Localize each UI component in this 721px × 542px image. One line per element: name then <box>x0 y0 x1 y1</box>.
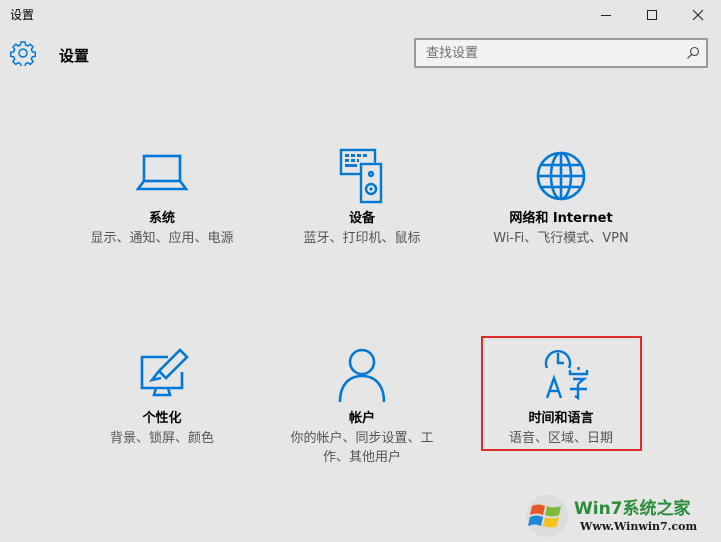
search-box[interactable] <box>414 38 708 68</box>
laptop-icon <box>135 154 189 191</box>
watermark-url: Www.Winwin7.com <box>580 520 698 533</box>
tile-personalization[interactable]: 个性化 背景、锁屏、颜色 <box>74 348 250 448</box>
devices-icon <box>339 148 383 204</box>
page-title: 设置 <box>59 47 90 65</box>
globe-icon <box>536 151 586 201</box>
watermark: Win7系统之家 Www.Winwin7.com <box>520 490 721 542</box>
minimize-button[interactable] <box>583 0 629 30</box>
tile-system[interactable]: 系统 显示、通知、应用、电源 <box>74 148 250 248</box>
tile-subtitle: 蓝牙、打印机、鼠标 <box>303 231 421 246</box>
tile-subtitle: 显示、通知、应用、电源 <box>90 231 234 246</box>
tile-title: 网络和 Internet <box>509 211 613 226</box>
highlight-box <box>481 336 642 451</box>
tile-title: 设备 <box>348 211 375 226</box>
minimize-icon <box>601 15 611 16</box>
maximize-button[interactable] <box>629 0 675 30</box>
window-title: 设置 <box>10 8 35 22</box>
tile-subtitle: 你的帐户、同步设置、工作、其他用户 <box>290 431 434 465</box>
tile-devices[interactable]: 设备 蓝牙、打印机、鼠标 <box>274 148 450 248</box>
gear-icon[interactable] <box>10 40 36 66</box>
tile-title: 个性化 <box>142 411 182 426</box>
title-bar: 设置 <box>0 0 721 30</box>
close-icon <box>692 9 704 21</box>
tile-subtitle: 背景、锁屏、颜色 <box>109 431 214 446</box>
tile-subtitle: Wi-Fi、飞行模式、VPN <box>493 231 629 246</box>
tile-title: 系统 <box>148 211 175 226</box>
search-input[interactable] <box>416 40 686 66</box>
maximize-icon <box>647 10 657 20</box>
tile-network[interactable]: 网络和 Internet Wi-Fi、飞行模式、VPN <box>473 148 649 248</box>
watermark-name: Win7系统之家 <box>574 499 691 519</box>
person-icon <box>338 348 386 403</box>
personalization-icon <box>140 348 189 397</box>
tile-title: 帐户 <box>348 411 375 426</box>
search-icon[interactable] <box>686 46 700 60</box>
windows-logo-icon <box>526 495 568 537</box>
tile-accounts[interactable]: 帐户 你的帐户、同步设置、工作、其他用户 <box>274 348 450 467</box>
close-button[interactable] <box>675 0 721 30</box>
